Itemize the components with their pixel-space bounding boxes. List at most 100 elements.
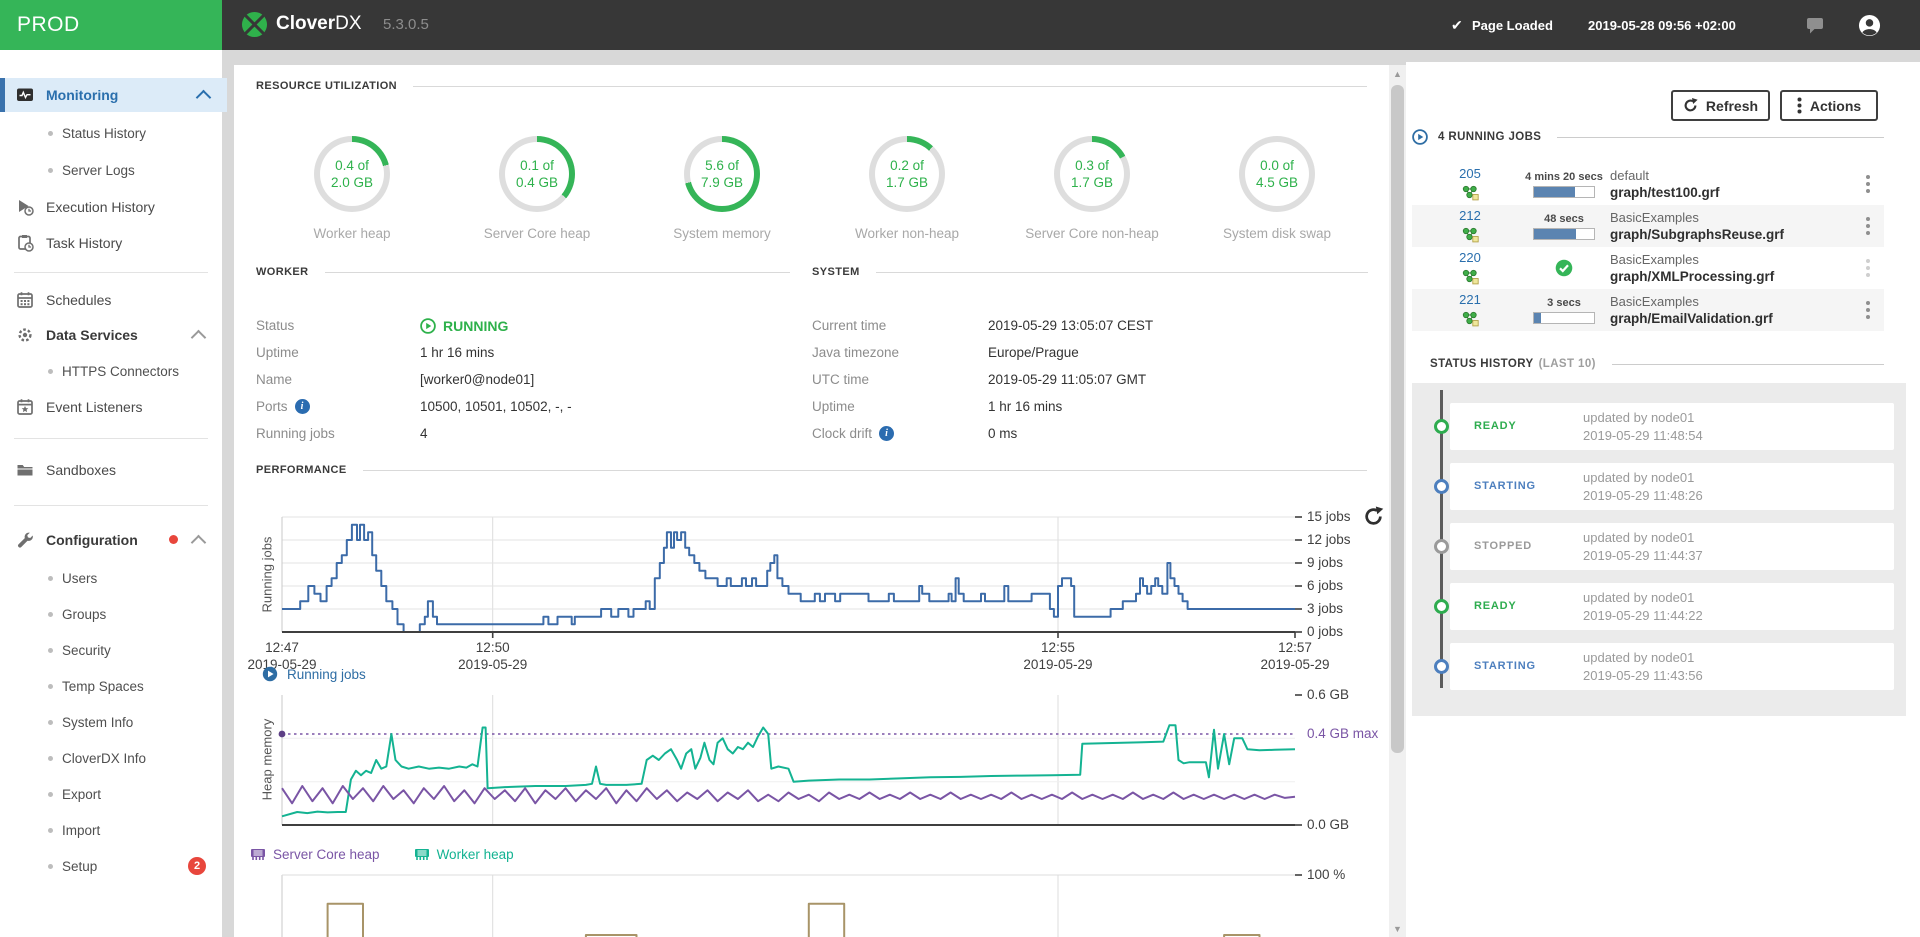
play-circle-icon [262, 666, 278, 682]
gauge-used: 0.2 of [890, 157, 924, 174]
axis-tick-label: 15 jobs [1307, 509, 1351, 524]
job-id-link[interactable]: 221 [1450, 292, 1490, 307]
job-graph-icon [1462, 185, 1479, 201]
topbar-datetime: 2019-05-28 09:56 +02:00 [1588, 18, 1736, 33]
actions-button[interactable]: Actions [1780, 90, 1878, 121]
system-info: Current time2019-05-29 13:05:07 CESTJava… [812, 312, 1368, 447]
sidebar-item-cloverdx-info[interactable]: CloverDX Info [0, 743, 222, 773]
scrollbar-thumb[interactable] [1391, 85, 1404, 753]
sidebar-item-event-listeners[interactable]: Event Listeners [0, 390, 222, 424]
running-jobs-legend-label: Running jobs [287, 667, 366, 682]
chart-reload-icon[interactable] [1363, 506, 1384, 532]
alert-dot [169, 535, 178, 544]
sidebar-item-monitoring[interactable]: Monitoring [0, 78, 227, 112]
sidebar-item-schedules[interactable]: Schedules [0, 283, 222, 317]
sidebar-item-label: CloverDX Info [62, 751, 146, 766]
job-progress-bar [1533, 186, 1595, 198]
sidebar-item-import[interactable]: Import [0, 815, 222, 845]
sidebar-item-https-connectors[interactable]: HTTPS Connectors [0, 356, 222, 386]
sidebar-item-data-services[interactable]: Data Services [0, 318, 222, 352]
y-axis-label-running-jobs: Running jobs [260, 504, 275, 644]
sidebar-item-system-info[interactable]: System Info [0, 707, 222, 737]
job-sandbox: default [1610, 167, 1720, 184]
sidebar-item-execution-history[interactable]: Execution History [0, 190, 222, 224]
info-icon[interactable]: i [295, 399, 310, 414]
info-row-status: StatusRUNNING [256, 312, 796, 339]
gauge-used: 0.1 of [520, 157, 554, 174]
job-sandbox: BasicExamples [1610, 209, 1784, 226]
user-account-icon[interactable] [1858, 14, 1881, 42]
gauge-label: System disk swap [1202, 226, 1352, 241]
status-timestamp: 2019-05-29 11:48:54 [1583, 428, 1703, 443]
sidebar-item-setup[interactable]: Setup2 [0, 851, 222, 881]
status-card-stopped-2: STOPPEDupdated by node012019-05-29 11:44… [1450, 523, 1894, 570]
axis-tick-label: 9 jobs [1307, 555, 1343, 570]
sidebar-item-status-history[interactable]: Status History [0, 118, 222, 148]
bullet-icon [48, 720, 53, 725]
info-icon[interactable]: i [879, 426, 894, 441]
sidebar-item-temp-spaces[interactable]: Temp Spaces [0, 671, 222, 701]
status-updated-by: updated by node01 [1583, 470, 1694, 485]
job-kebab-menu[interactable] [1860, 172, 1876, 196]
scroll-down-arrow[interactable]: ▼ [1389, 920, 1406, 937]
sidebar-item-users[interactable]: Users [0, 563, 222, 593]
info-row-current-time: Current time2019-05-29 13:05:07 CEST [812, 312, 1368, 339]
sidebar-item-label: Export [62, 787, 101, 802]
gauge-label: Server Core heap [462, 226, 612, 241]
info-row-clock-drift: Clock drift i0 ms [812, 420, 1368, 447]
axis-tick-label: 3 jobs [1307, 601, 1343, 616]
performance-header: PERFORMANCE [256, 464, 1367, 476]
gauge-used: 0.3 of [1075, 157, 1109, 174]
sidebar-item-label: Groups [62, 607, 106, 622]
info-row-uptime: Uptime1 hr 16 mins [812, 393, 1368, 420]
sidebar-item-label: System Info [62, 715, 133, 730]
job-id-link[interactable]: 212 [1450, 208, 1490, 223]
gauge-ring: 0.3 of1.7 GB [1054, 136, 1130, 212]
job-kebab-menu[interactable] [1860, 214, 1876, 238]
main-scrollbar[interactable]: ▲ ▼ [1389, 65, 1406, 937]
gauge-used: 0.4 of [335, 157, 369, 174]
chart-running-jobs [282, 517, 1295, 632]
y-axis-label-heap-memory: Heap memory [260, 690, 275, 830]
status-card-starting-1: STARTINGupdated by node012019-05-29 11:4… [1450, 463, 1894, 510]
sidebar-item-groups[interactable]: Groups [0, 599, 222, 629]
refresh-button[interactable]: Refresh [1671, 90, 1770, 121]
app-root: PROD CloverDX 5.3.0.5 ✔ Page Loaded 2019… [0, 0, 1920, 937]
sidebar-item-label: Monitoring [46, 87, 118, 103]
job-id-link[interactable]: 220 [1450, 250, 1490, 265]
kebab-icon [1797, 97, 1802, 114]
job-id-link[interactable]: 205 [1450, 166, 1490, 181]
clipboard-clock-icon [16, 234, 34, 252]
status-updated-by: updated by node01 [1583, 590, 1694, 605]
sidebar-item-label: Data Services [46, 327, 138, 343]
sidebar-item-export[interactable]: Export [0, 779, 222, 809]
bullet-icon [48, 648, 53, 653]
axis-tick-label: 12 jobs [1307, 532, 1351, 547]
job-row-205: 2054 mins 20 secsdefaultgraph/test100.gr… [1412, 163, 1884, 205]
sidebar-item-label: Temp Spaces [62, 679, 144, 694]
status-label: STARTING [1474, 480, 1536, 492]
sidebar-item-server-logs[interactable]: Server Logs [0, 155, 222, 185]
job-row-212: 21248 secsBasicExamplesgraph/SubgraphsRe… [1412, 205, 1884, 247]
sidebar-item-configuration[interactable]: Configuration [0, 523, 222, 557]
gauge-total: 1.7 GB [1071, 174, 1113, 191]
job-kebab-menu[interactable] [1860, 256, 1876, 280]
job-sandbox: BasicExamples [1610, 293, 1773, 310]
scroll-up-arrow[interactable]: ▲ [1389, 65, 1406, 82]
gauge-server-core-non-heap: 0.3 of1.7 GBServer Core non-heap [1017, 136, 1167, 241]
status-label: STARTING [1474, 660, 1536, 672]
timeline-dot-ready [1434, 599, 1449, 614]
sidebar-item-sandboxes[interactable]: Sandboxes [0, 453, 222, 487]
chart-heap-memory [282, 695, 1295, 825]
messages-icon[interactable] [1806, 17, 1824, 39]
worker-title: WORKER [256, 266, 309, 278]
job-kebab-menu[interactable] [1860, 298, 1876, 322]
sidebar-item-label: Status History [62, 126, 146, 141]
sidebar-item-task-history[interactable]: Task History [0, 226, 222, 260]
status-timestamp: 2019-05-29 11:43:56 [1583, 668, 1703, 683]
info-row-name: Name[worker0@node01] [256, 366, 796, 393]
page-loaded-check-icon: ✔ [1451, 17, 1463, 34]
gauge-system-disk-swap: 0.0 of4.5 GBSystem disk swap [1202, 136, 1352, 241]
axis-tick-label: 100 % [1307, 867, 1345, 882]
sidebar-item-security[interactable]: Security [0, 635, 222, 665]
